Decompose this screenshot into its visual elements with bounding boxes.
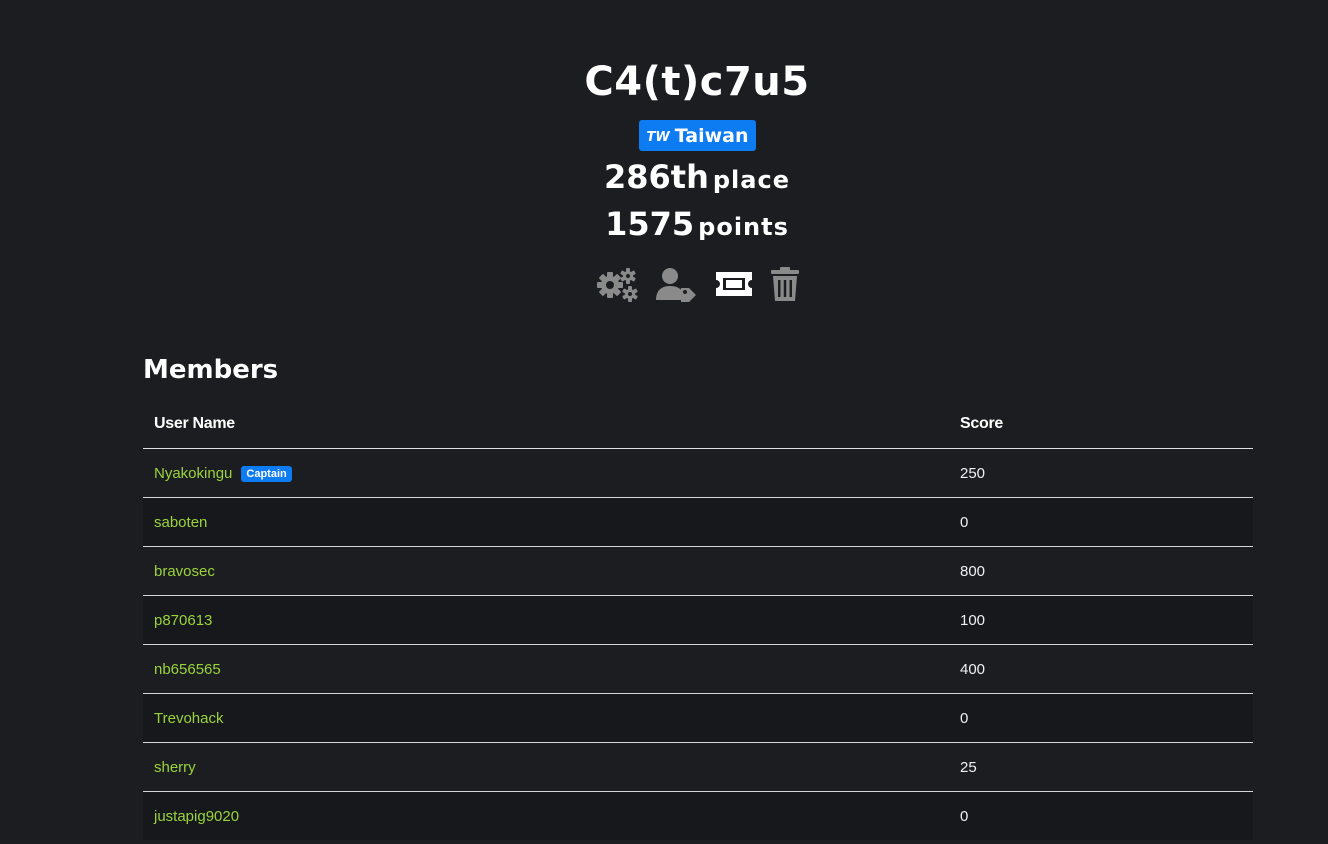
settings-gears-icon[interactable] [595, 266, 639, 302]
score-cell: 100 [949, 595, 1253, 645]
country-badge: TW Taiwan [639, 120, 756, 151]
table-row: justapig9020 0 [143, 791, 1253, 840]
team-actions [595, 266, 801, 302]
points-value: 1575 [605, 205, 695, 243]
user-link[interactable]: Nyakokingu [154, 465, 232, 482]
table-row: saboten 0 [143, 497, 1253, 547]
column-header-score[interactable]: Score [949, 400, 1253, 449]
score-cell: 800 [949, 546, 1253, 596]
user-cell: nb656565 [143, 644, 949, 694]
user-cell: p870613 [143, 595, 949, 645]
members-heading: Members [143, 355, 279, 385]
user-link[interactable]: p870613 [154, 612, 212, 629]
table-header-row: User Name Score [143, 400, 1253, 449]
ticket-icon[interactable] [714, 266, 754, 302]
table-row: p870613 100 [143, 595, 1253, 645]
place-label: place [712, 166, 790, 194]
score-cell: 25 [949, 742, 1253, 792]
user-cell: Trevohack [143, 693, 949, 743]
user-cell: saboten [143, 497, 949, 547]
country-name: Taiwan [674, 124, 749, 147]
members-table: User Name Score Nyakokingu Captain 250 sa… [143, 400, 1253, 840]
score-cell: 400 [949, 644, 1253, 694]
user-link[interactable]: justapig9020 [154, 808, 239, 825]
user-cell: sherry [143, 742, 949, 792]
user-cell: Nyakokingu Captain [143, 448, 949, 498]
table-row: bravosec 800 [143, 546, 1253, 596]
user-cell: justapig9020 [143, 791, 949, 840]
user-link[interactable]: nb656565 [154, 661, 221, 678]
user-link[interactable]: saboten [154, 514, 207, 531]
table-row: Nyakokingu Captain 250 [143, 448, 1253, 498]
score-cell: 250 [949, 448, 1253, 498]
team-page: C4(t)c7u5 TW Taiwan 286th place 1575 point… [0, 0, 1328, 844]
user-link[interactable]: Trevohack [154, 710, 223, 727]
column-header-user[interactable]: User Name [143, 400, 949, 449]
team-name: C4(t)c7u5 [584, 59, 810, 105]
score-cell: 0 [949, 791, 1253, 840]
country-code: TW [646, 130, 670, 145]
table-row: sherry 25 [143, 742, 1253, 792]
team-place: 286th place [0, 157, 1328, 203]
user-link[interactable]: bravosec [154, 563, 215, 580]
score-cell: 0 [949, 497, 1253, 547]
user-tag-icon[interactable] [654, 266, 698, 302]
trash-icon[interactable] [769, 266, 801, 302]
user-link[interactable]: sherry [154, 759, 196, 776]
team-points: 1575 points [0, 204, 1328, 250]
table-row: Trevohack 0 [143, 693, 1253, 743]
points-label: points [698, 213, 789, 241]
table-row: nb656565 400 [143, 644, 1253, 694]
place-value: 286th [604, 158, 709, 196]
score-cell: 0 [949, 693, 1253, 743]
captain-badge: Captain [241, 465, 292, 482]
user-cell: bravosec [143, 546, 949, 596]
